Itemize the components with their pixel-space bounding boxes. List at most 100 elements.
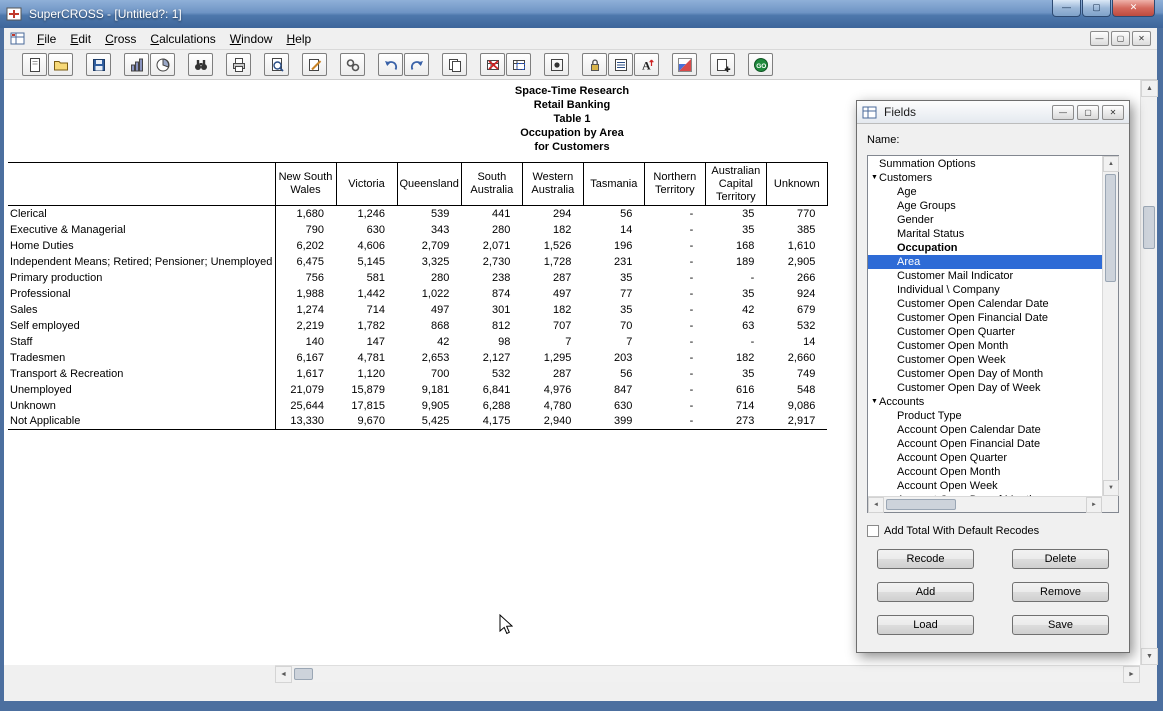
font-button[interactable]: A xyxy=(634,53,659,76)
menu-calculations[interactable]: Calculations xyxy=(143,29,222,49)
menu-file[interactable]: File xyxy=(30,29,63,49)
data-cell: 1,274 xyxy=(275,302,336,318)
horizontal-scrollbar[interactable]: ◄ ► xyxy=(275,665,1140,682)
menu-cross[interactable]: Cross xyxy=(98,29,143,49)
maximize-button[interactable]: ▢ xyxy=(1082,0,1111,17)
data-cell: - xyxy=(644,238,705,254)
edit-notes-button[interactable] xyxy=(302,53,327,76)
save-button[interactable] xyxy=(86,53,111,76)
vertical-scrollbar[interactable]: ▲ ▼ xyxy=(1140,80,1157,665)
fields-list-item[interactable]: Customer Open Day of Month xyxy=(868,367,1102,381)
menu-items: FileEditCrossCalculationsWindowHelp xyxy=(30,29,318,49)
dialog-minimize-button[interactable]: — xyxy=(1052,105,1074,120)
fields-list-scroll-up-button[interactable]: ▲ xyxy=(1103,156,1119,172)
add-total-checkbox[interactable] xyxy=(867,525,879,537)
chart-button[interactable] xyxy=(672,53,697,76)
fields-list-button[interactable] xyxy=(608,53,633,76)
fields-list-item[interactable]: Account Open Month xyxy=(868,465,1102,479)
scroll-up-button[interactable]: ▲ xyxy=(1141,80,1158,97)
data-cell: 2,653 xyxy=(397,350,461,366)
fields-list-item[interactable]: Customer Open Quarter xyxy=(868,325,1102,339)
minimize-button[interactable]: — xyxy=(1052,0,1081,17)
fields-list-item[interactable]: Occupation xyxy=(868,241,1102,255)
fields-list-item[interactable]: Account Open Quarter xyxy=(868,451,1102,465)
fields-list-item[interactable]: Customer Open Financial Date xyxy=(868,311,1102,325)
record-target-button[interactable] xyxy=(544,53,569,76)
find-button[interactable] xyxy=(188,53,213,76)
mdi-minimize-button[interactable]: — xyxy=(1090,31,1109,46)
menu-window[interactable]: Window xyxy=(223,29,280,49)
fields-list-item[interactable]: Product Type xyxy=(868,409,1102,423)
close-button[interactable]: ✕ xyxy=(1112,0,1155,17)
fields-list-item[interactable]: Marital Status xyxy=(868,227,1102,241)
scroll-down-button[interactable]: ▼ xyxy=(1141,648,1158,665)
fields-list-item[interactable]: Customer Open Day of Week xyxy=(868,381,1102,395)
redo-button[interactable] xyxy=(404,53,429,76)
fields-list-item[interactable]: Age xyxy=(868,185,1102,199)
fields-list-item[interactable]: Customer Mail Indicator xyxy=(868,269,1102,283)
fields-listbox: Summation Options▼CustomersAgeAge Groups… xyxy=(867,155,1119,513)
data-cell: 35 xyxy=(705,366,766,382)
vertical-scrollbar-thumb[interactable] xyxy=(1143,206,1155,249)
fields-list-item[interactable]: Gender xyxy=(868,213,1102,227)
fields-list-item[interactable]: Customer Open Calendar Date xyxy=(868,297,1102,311)
fields-list-item[interactable]: Account Open Week xyxy=(868,479,1102,493)
fields-list-scroll-down-button[interactable]: ▼ xyxy=(1103,480,1119,496)
data-cell: 700 xyxy=(397,366,461,382)
data-cell: - xyxy=(644,286,705,302)
fields-list-item-label: Customer Open Quarter xyxy=(897,325,1015,339)
lock-button[interactable] xyxy=(582,53,607,76)
print-preview-button[interactable] xyxy=(264,53,289,76)
fields-list-scroll-left-button[interactable]: ◄ xyxy=(868,497,884,513)
fields-list-item[interactable]: Individual \ Company xyxy=(868,283,1102,297)
scroll-left-button[interactable]: ◄ xyxy=(275,666,292,683)
open-folder-button[interactable] xyxy=(48,53,73,76)
delete-table-button[interactable] xyxy=(480,53,505,76)
menu-edit[interactable]: Edit xyxy=(63,29,98,49)
copy-button[interactable] xyxy=(442,53,467,76)
fields-list-hscroll-thumb[interactable] xyxy=(886,499,956,510)
remove-button[interactable]: Remove xyxy=(1012,582,1109,602)
fields-list-vertical-scrollbar[interactable]: ▲ ▼ xyxy=(1102,156,1118,496)
table-row: Unemployed21,07915,8799,1816,8414,976847… xyxy=(8,382,827,398)
dialog-maximize-button[interactable]: ▢ xyxy=(1077,105,1099,120)
load-button[interactable]: Load xyxy=(877,615,974,635)
dialog-close-button[interactable]: ✕ xyxy=(1102,105,1124,120)
data-cell: 168 xyxy=(705,238,766,254)
print-button[interactable] xyxy=(226,53,251,76)
mdi-close-button[interactable]: ✕ xyxy=(1132,31,1151,46)
pie-chart-button[interactable] xyxy=(150,53,175,76)
go-button[interactable]: GO xyxy=(748,53,773,76)
fields-list-item[interactable]: Summation Options xyxy=(868,157,1102,171)
recode-button[interactable]: Recode xyxy=(877,549,974,569)
fields-list-item[interactable]: Area xyxy=(868,255,1102,269)
delete-button[interactable]: Delete xyxy=(1012,549,1109,569)
fields-list-item[interactable]: Account Open Calendar Date xyxy=(868,423,1102,437)
add-button[interactable]: Add xyxy=(877,582,974,602)
horizontal-scrollbar-thumb[interactable] xyxy=(294,668,313,680)
fields-list-item[interactable]: ▼Customers xyxy=(868,171,1102,185)
select-table-button[interactable] xyxy=(506,53,531,76)
fields-list-item[interactable]: Age Groups xyxy=(868,199,1102,213)
fields-list-vscroll-thumb[interactable] xyxy=(1105,174,1116,282)
gears-button[interactable] xyxy=(340,53,365,76)
fields-list-item[interactable]: Account Open Financial Date xyxy=(868,437,1102,451)
new-document-button[interactable] xyxy=(22,53,47,76)
data-cell: 4,175 xyxy=(461,414,522,430)
data-cell: 2,905 xyxy=(766,254,827,270)
menu-help[interactable]: Help xyxy=(279,29,318,49)
save-button[interactable]: Save xyxy=(1012,615,1109,635)
fields-list-item[interactable]: Customer Open Month xyxy=(868,339,1102,353)
fields-list-horizontal-scrollbar[interactable]: ◄ ► xyxy=(868,496,1102,512)
fields-dialog-titlebar[interactable]: Fields — ▢ ✕ xyxy=(857,101,1129,124)
mdi-restore-button[interactable]: ▢ xyxy=(1111,31,1130,46)
data-cell: 630 xyxy=(336,222,397,238)
undo-button[interactable] xyxy=(378,53,403,76)
fields-list-item[interactable]: ▼Accounts xyxy=(868,395,1102,409)
fields-list-scroll-right-button[interactable]: ► xyxy=(1086,497,1102,513)
scroll-right-button[interactable]: ► xyxy=(1123,666,1140,683)
insert-object-button[interactable] xyxy=(710,53,735,76)
scrollbar-corner xyxy=(1140,665,1157,682)
bar-chart-button[interactable] xyxy=(124,53,149,76)
fields-list-item[interactable]: Customer Open Week xyxy=(868,353,1102,367)
